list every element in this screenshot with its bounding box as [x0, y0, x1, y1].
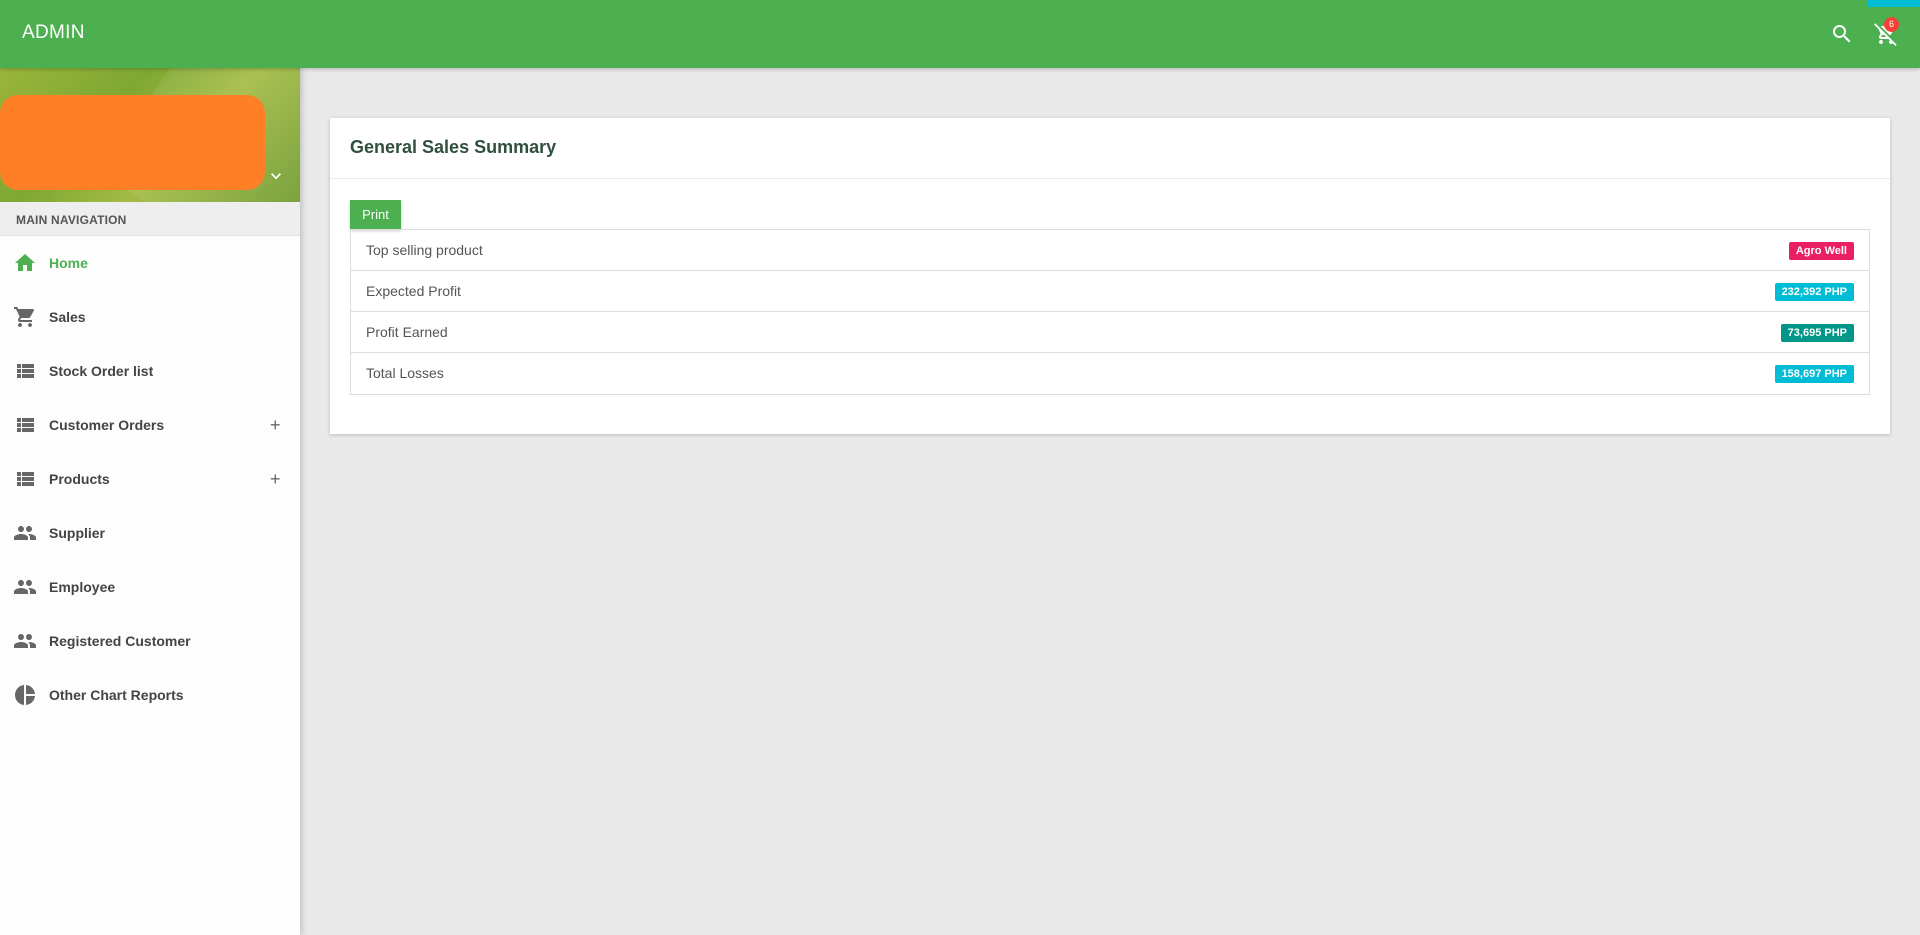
sidebar-item-customer-orders[interactable]: Customer Orders + — [0, 398, 300, 452]
sidebar: MAIN NAVIGATION Home Sales Stock Order l… — [0, 68, 300, 935]
people-icon — [13, 521, 37, 545]
summary-value-badge: 73,695 PHP — [1780, 324, 1854, 342]
sidebar-item-label: Registered Customer — [49, 633, 191, 649]
shopping-cart-icon — [13, 305, 37, 329]
search-icon[interactable] — [1828, 20, 1856, 48]
summary-row-expected-profit: Expected Profit 232,392 PHP — [351, 271, 1869, 312]
view-list-icon — [13, 413, 37, 437]
view-list-icon — [13, 467, 37, 491]
sidebar-item-products[interactable]: Products + — [0, 452, 300, 506]
cart-count-badge: 6 — [1884, 17, 1899, 32]
summary-label: Expected Profit — [366, 283, 461, 299]
user-info-panel — [0, 68, 300, 202]
sidebar-item-sales[interactable]: Sales — [0, 290, 300, 344]
sidebar-item-label: Products — [49, 471, 110, 487]
sidebar-item-stock-order-list[interactable]: Stock Order list — [0, 344, 300, 398]
sidebar-item-label: Home — [49, 255, 88, 271]
sidebar-item-supplier[interactable]: Supplier — [0, 506, 300, 560]
sidebar-item-other-chart-reports[interactable]: Other Chart Reports — [0, 668, 300, 722]
sidebar-item-label: Other Chart Reports — [49, 687, 184, 703]
user-menu-chevron-down-icon[interactable] — [266, 166, 286, 186]
sales-summary-card: General Sales Summary Print Top selling … — [330, 118, 1890, 434]
summary-row-top-selling-product: Top selling product Agro Well — [351, 230, 1869, 271]
expand-plus-icon[interactable]: + — [270, 415, 281, 436]
summary-list: Top selling product Agro Well Expected P… — [350, 229, 1870, 395]
brand-title[interactable]: ADMIN — [22, 22, 85, 44]
print-button[interactable]: Print — [350, 200, 401, 229]
summary-row-total-losses: Total Losses 158,697 PHP — [351, 353, 1869, 394]
summary-value-badge: 158,697 PHP — [1774, 365, 1854, 383]
pie-chart-icon — [13, 683, 37, 707]
card-title: General Sales Summary — [350, 137, 557, 157]
people-icon — [13, 575, 37, 599]
sidebar-item-home[interactable]: Home — [0, 236, 300, 290]
summary-value-badge: 232,392 PHP — [1774, 283, 1854, 301]
summary-label: Total Losses — [366, 365, 444, 381]
home-icon — [13, 251, 37, 275]
summary-label: Profit Earned — [366, 324, 448, 340]
summary-value-badge: Agro Well — [1788, 242, 1854, 260]
sidebar-item-label: Customer Orders — [49, 417, 165, 433]
sidebar-item-label: Employee — [49, 579, 116, 595]
user-info-redacted — [0, 95, 265, 190]
nav-section-header: MAIN NAVIGATION — [0, 202, 300, 236]
card-header: General Sales Summary — [330, 118, 1890, 179]
expand-plus-icon[interactable]: + — [270, 469, 281, 490]
summary-label: Top selling product — [366, 242, 483, 258]
view-list-icon — [13, 359, 37, 383]
sidebar-item-label: Supplier — [49, 525, 106, 541]
top-accent-bar — [1868, 0, 1920, 7]
sidebar-item-label: Stock Order list — [49, 363, 154, 379]
people-icon — [13, 629, 37, 653]
nav-list: Home Sales Stock Order list Customer Ord… — [0, 236, 300, 722]
sidebar-item-registered-customer[interactable]: Registered Customer — [0, 614, 300, 668]
top-navbar: ADMIN 6 — [0, 0, 1920, 68]
sidebar-item-label: Sales — [49, 309, 86, 325]
summary-row-profit-earned: Profit Earned 73,695 PHP — [351, 312, 1869, 353]
sidebar-item-employee[interactable]: Employee — [0, 560, 300, 614]
